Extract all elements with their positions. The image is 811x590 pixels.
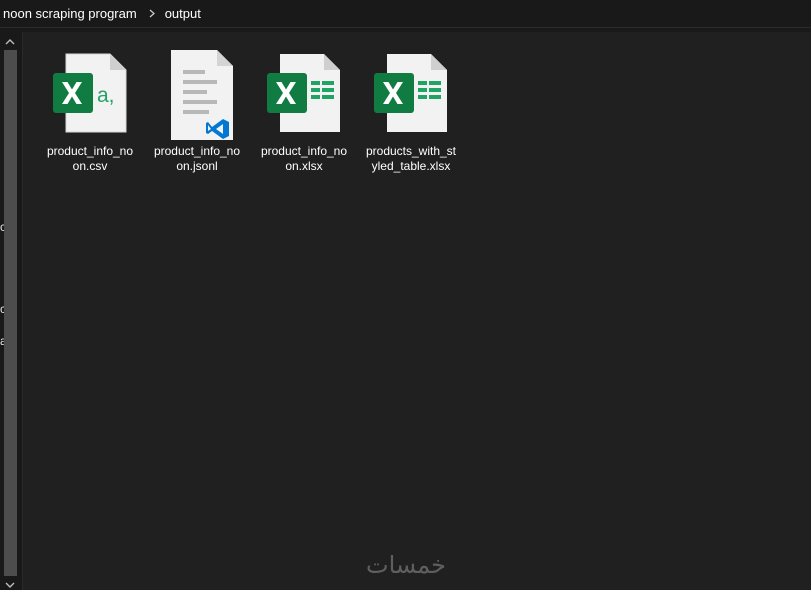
- file-explorer-window: noon scraping program output c c a a, pr…: [0, 0, 811, 590]
- breadcrumb[interactable]: noon scraping program output: [0, 0, 811, 28]
- excel-csv-icon: a,: [53, 53, 127, 133]
- file-name[interactable]: product_info_no on.csv: [42, 144, 138, 174]
- vscode-document-icon: [171, 50, 233, 140]
- file-item-csv[interactable]: a, product_info_no on.csv: [42, 40, 138, 174]
- navigation-pane[interactable]: c c a: [0, 32, 23, 590]
- file-name[interactable]: product_info_no on.jsonl: [149, 144, 245, 174]
- watermark-logo: خمسات: [365, 551, 447, 579]
- excel-workbook-icon: [267, 54, 340, 132]
- scroll-down-icon[interactable]: [5, 581, 15, 589]
- excel-workbook-icon: [374, 54, 447, 132]
- svg-text:a,: a,: [97, 84, 115, 107]
- nav-item-clipped[interactable]: c: [0, 220, 4, 234]
- file-name[interactable]: product_info_no on.xlsx: [256, 144, 352, 174]
- nav-item-clipped[interactable]: c: [0, 302, 4, 316]
- file-list-view[interactable]: a, product_info_no on.csv product_info_no…: [23, 32, 811, 590]
- breadcrumb-item-output[interactable]: output: [162, 6, 204, 21]
- nav-item-clipped[interactable]: a: [0, 334, 4, 348]
- navigation-scrollbar[interactable]: [4, 50, 17, 576]
- breadcrumb-item-noon-scraping-program[interactable]: noon scraping program: [0, 6, 140, 21]
- file-name[interactable]: products_with_st yled_table.xlsx: [363, 144, 459, 174]
- scroll-up-icon[interactable]: [5, 38, 15, 46]
- chevron-right-icon[interactable]: [140, 9, 162, 18]
- file-item-styled-table-xlsx[interactable]: products_with_st yled_table.xlsx: [363, 40, 459, 174]
- file-item-xlsx[interactable]: product_info_no on.xlsx: [256, 40, 352, 174]
- file-item-jsonl[interactable]: product_info_no on.jsonl: [149, 40, 245, 174]
